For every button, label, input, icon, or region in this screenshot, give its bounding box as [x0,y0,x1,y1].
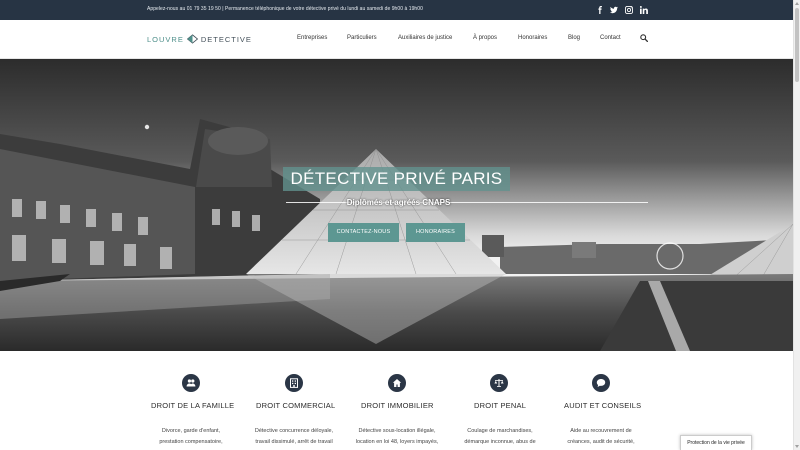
fees-button[interactable]: HONORAIRES [406,223,465,242]
page: Appelez-nous au 01 79 35 19 50 | Permane… [0,0,800,450]
search-icon[interactable] [640,34,648,42]
logo[interactable]: LOUVRE DETECTIVE [147,34,252,44]
site-header: LOUVRE DETECTIVE Entreprises Particulier… [0,20,793,59]
instagram-icon[interactable] [624,5,633,14]
family-icon [182,374,200,392]
service-line: créances, audit de sécurité, [567,438,635,445]
pyramid-logo-icon [186,34,198,44]
service-line: Coulage de marchandises, [467,428,533,434]
logo-text-louvre: LOUVRE [147,34,184,44]
hero-subtitle: Diplômés et agréés CNAPS [346,198,451,207]
service-title: DROIT COMMERCIAL [256,401,336,410]
privacy-protection-badge[interactable]: Protection de la vie privée [680,435,752,450]
nav-blog[interactable]: Blog [568,35,580,41]
home-icon [388,374,406,392]
building-icon [285,374,303,392]
nav-auxiliaires-de-justice[interactable]: Auxiliaires de justice [398,35,452,41]
nav-particuliers[interactable]: Particuliers [347,35,377,41]
contact-us-button[interactable]: CONTACTEZ-NOUS [328,223,399,242]
scroll-down-arrow-icon[interactable] [795,445,799,448]
service-line: Détective concurrence déloyale, [254,428,334,434]
chat-icon [592,374,610,392]
services-section: DROIT DE LA FAMILLE Divorce, garde d'enf… [0,351,793,450]
linkedin-icon[interactable] [639,5,648,14]
twitter-icon[interactable] [609,5,618,14]
service-line: prestation compensatoire, [159,438,223,445]
contact-info: Appelez-nous au 01 79 35 19 50 | Permane… [147,6,423,12]
scrollbar-thumb[interactable] [795,8,799,82]
service-title: DROIT PENAL [474,401,527,410]
service-description: Détective concurrence déloyale, travail … [246,426,342,447]
service-title: AUDIT ET CONSEILS [564,401,642,410]
service-title: DROIT DE LA FAMILLE [151,401,235,410]
service-title: DROIT IMMOBILIER [361,401,434,410]
scroll-up-arrow-icon[interactable] [795,2,799,5]
service-line: location en loi 48, loyers impayés, [355,438,439,445]
nav-contact[interactable]: Contact [600,35,621,41]
service-line: Détective sous-location illégale, [358,428,436,434]
service-description: Coulage de marchandises, démarque inconn… [452,426,548,447]
service-line: Divorce, garde d'enfant, [161,428,221,434]
scales-icon [490,374,508,392]
top-bar: Appelez-nous au 01 79 35 19 50 | Permane… [0,0,793,20]
service-line: Aide au recouvrement de [570,428,632,434]
vertical-scrollbar[interactable] [793,0,800,450]
service-line: démarque inconnue, abus de [464,438,536,445]
hero-banner: DÉTECTIVE PRIVÉ PARIS Diplômés et agréés… [0,59,793,351]
service-description: Aide au recouvrement de créances, audit … [553,426,649,447]
service-description: Divorce, garde d'enfant, prestation comp… [146,426,236,447]
service-description: Détective sous-location illégale, locati… [349,426,445,447]
facebook-icon[interactable] [595,5,604,14]
hero-title: DÉTECTIVE PRIVÉ PARIS [283,167,510,191]
service-line: travail dissimulé, arrêt de travail [255,438,333,445]
nav-honoraires[interactable]: Honoraires [518,35,547,41]
logo-text-detective: DETECTIVE [200,34,252,44]
nav-entreprises[interactable]: Entreprises [297,35,327,41]
nav-a-propos[interactable]: À propos [473,35,497,41]
